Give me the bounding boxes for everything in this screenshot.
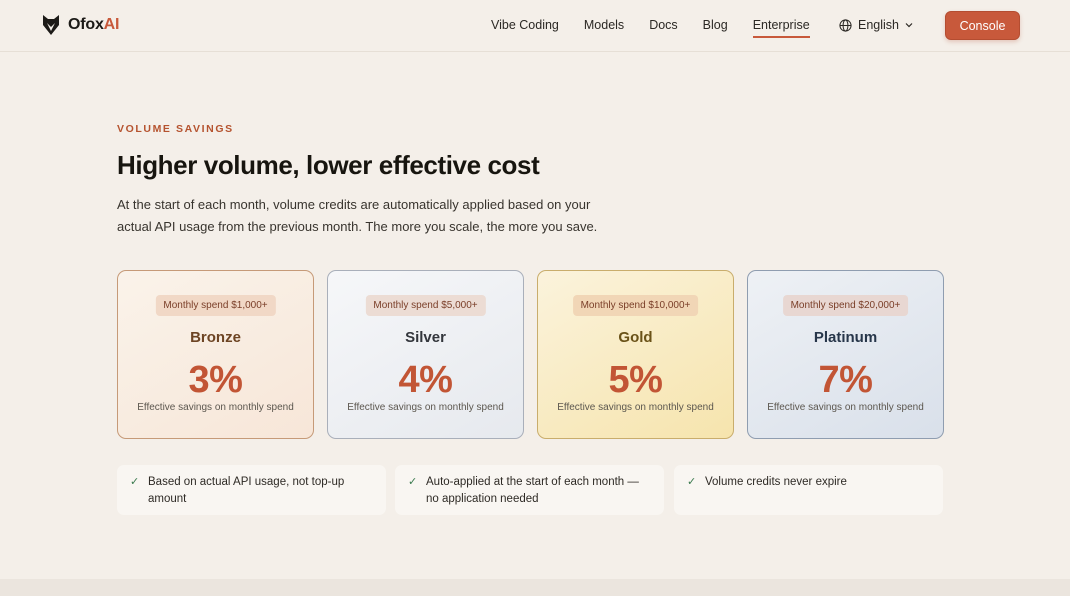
feature-item: ✓ Volume credits never expire bbox=[674, 465, 943, 515]
language-selector[interactable]: English bbox=[839, 18, 913, 32]
globe-icon bbox=[839, 18, 852, 32]
tier-name: Bronze bbox=[190, 329, 241, 346]
checkmark-icon: ✓ bbox=[687, 476, 697, 488]
checkmark-icon: ✓ bbox=[408, 476, 418, 488]
feature-item: ✓ Auto-applied at the start of each mont… bbox=[395, 465, 664, 515]
tier-name: Platinum bbox=[813, 329, 878, 346]
brand-name: OfoxAI bbox=[68, 16, 120, 33]
nav-models[interactable]: Models bbox=[584, 18, 624, 38]
top-navigation-bar: OfoxAI Vibe Coding Models Docs Blog Ente… bbox=[0, 0, 1070, 52]
feature-item: ✓ Based on actual API usage, not top-up … bbox=[117, 465, 386, 515]
spend-badge: Monthly spend $10,000+ bbox=[572, 295, 699, 316]
tier-card-gold: Monthly spend $10,000+ Gold 5% Effective… bbox=[537, 270, 734, 439]
tier-card-silver: Monthly spend $5,000+ Silver 4% Effectiv… bbox=[327, 270, 524, 439]
tier-name: Gold bbox=[618, 329, 653, 346]
spend-badge: Monthly spend $1,000+ bbox=[155, 295, 276, 316]
next-section-edge bbox=[0, 579, 1070, 596]
feature-text: Auto-applied at the start of each month … bbox=[426, 476, 639, 505]
tier-savings-percent: 5% bbox=[608, 359, 663, 401]
nav-docs[interactable]: Docs bbox=[649, 18, 677, 38]
tier-card-platinum: Monthly spend $20,000+ Platinum 7% Effec… bbox=[747, 270, 944, 439]
console-button[interactable]: Console bbox=[945, 11, 1020, 40]
tier-caption: Effective savings on monthly spend bbox=[557, 402, 714, 413]
spend-badge: Monthly spend $5,000+ bbox=[365, 295, 486, 316]
chevron-down-icon bbox=[905, 23, 913, 28]
feature-text: Volume credits never expire bbox=[705, 476, 847, 488]
tier-caption: Effective savings on monthly spend bbox=[347, 402, 504, 413]
nav-enterprise[interactable]: Enterprise bbox=[752, 18, 810, 38]
fox-logo-icon bbox=[43, 15, 59, 35]
brand-logo-link[interactable]: OfoxAI bbox=[42, 14, 119, 36]
section-description: At the start of each month, volume credi… bbox=[117, 197, 598, 234]
main-nav: Vibe Coding Models Docs Blog Enterprise bbox=[491, 18, 835, 38]
tier-caption: Effective savings on monthly spend bbox=[767, 402, 924, 413]
nav-vibe-coding[interactable]: Vibe Coding bbox=[491, 18, 559, 38]
section-eyebrow: VOLUME SAVINGS bbox=[117, 123, 234, 135]
tier-savings-percent: 3% bbox=[188, 359, 243, 401]
spend-badge: Monthly spend $20,000+ bbox=[782, 295, 909, 316]
feature-text: Based on actual API usage, not top-up am… bbox=[148, 476, 345, 505]
nav-blog[interactable]: Blog bbox=[703, 18, 728, 38]
language-label: English bbox=[858, 18, 899, 32]
section-title: Higher volume, lower effective cost bbox=[117, 150, 540, 180]
checkmark-icon: ✓ bbox=[130, 476, 140, 488]
page: OfoxAI Vibe Coding Models Docs Blog Ente… bbox=[0, 0, 1070, 596]
tier-caption: Effective savings on monthly spend bbox=[137, 402, 294, 413]
tier-card-bronze: Monthly spend $1,000+ Bronze 3% Effectiv… bbox=[117, 270, 314, 439]
tier-savings-percent: 4% bbox=[398, 359, 453, 401]
tier-savings-percent: 7% bbox=[818, 359, 873, 401]
tier-name: Silver bbox=[405, 329, 446, 346]
